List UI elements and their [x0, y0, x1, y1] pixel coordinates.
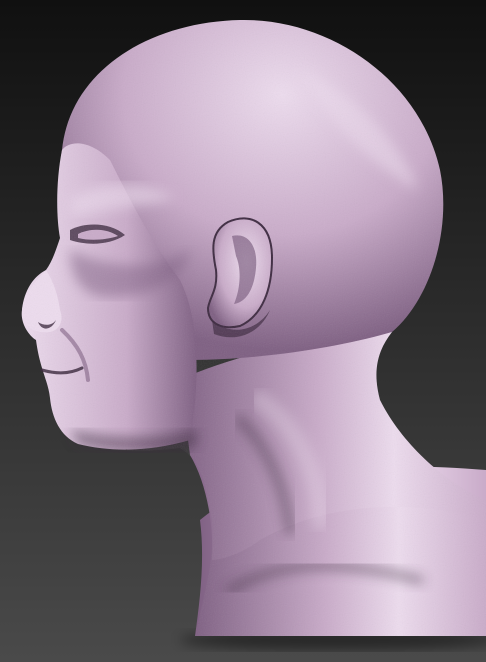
sculpt-viewport[interactable] [0, 0, 486, 662]
sculpt-render [0, 0, 486, 662]
